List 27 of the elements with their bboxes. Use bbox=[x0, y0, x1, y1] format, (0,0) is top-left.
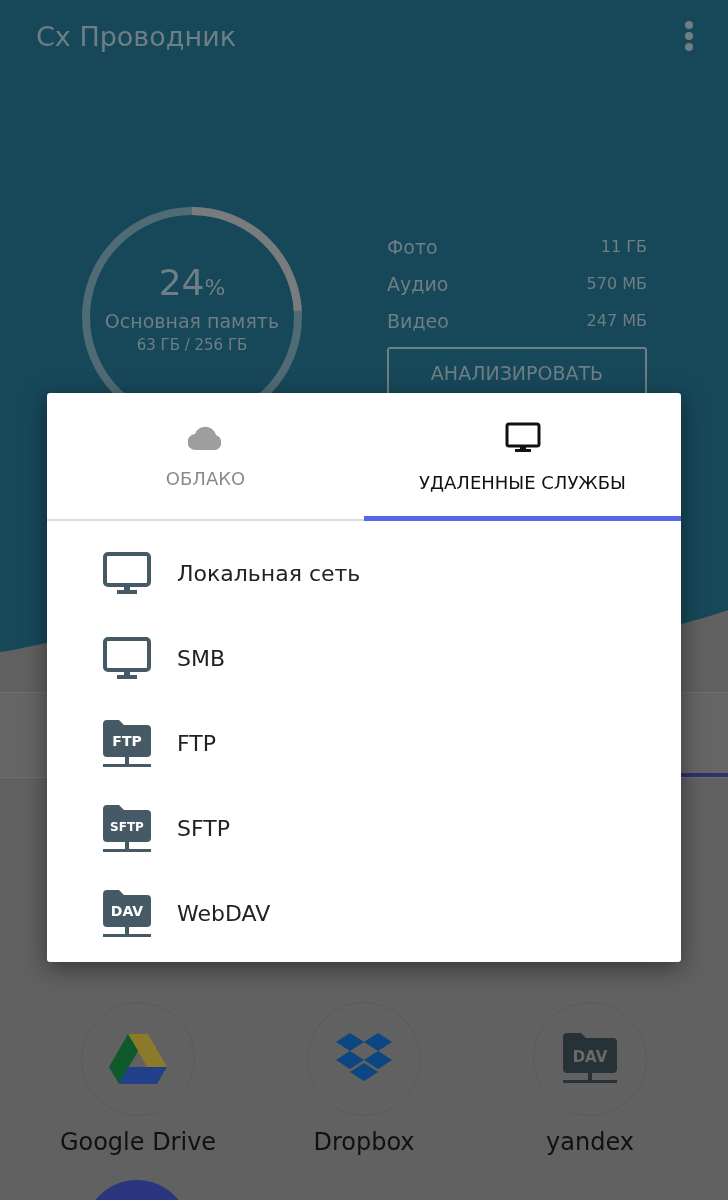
service-item[interactable]: SFTP SFTP bbox=[47, 786, 681, 871]
storage-usage: 63 ГБ / 256 ГБ bbox=[136, 335, 248, 354]
category-name: Фото bbox=[387, 235, 438, 258]
monitor-icon bbox=[103, 551, 151, 596]
category-size: 11 ГБ bbox=[600, 237, 647, 256]
category-size: 570 МБ bbox=[586, 274, 647, 293]
triangle-logo-icon bbox=[109, 1034, 167, 1084]
tab[interactable]: ОБЛАКО bbox=[47, 393, 364, 521]
usage-percent: 24 bbox=[158, 261, 205, 303]
app-label: yandex bbox=[546, 1128, 634, 1156]
cloud-icon bbox=[187, 426, 224, 450]
service-item[interactable]: DAV WebDAV bbox=[47, 871, 681, 956]
app-label: Dropbox bbox=[313, 1128, 415, 1156]
monitor-icon bbox=[504, 422, 541, 454]
app-label: Google Drive bbox=[59, 1128, 217, 1156]
category-size: 247 МБ bbox=[586, 311, 647, 330]
category-name: Видео bbox=[387, 309, 449, 332]
category-name: Аудио bbox=[387, 272, 449, 295]
storage-label: Основная память bbox=[104, 309, 280, 332]
monitor-icon bbox=[103, 636, 151, 681]
service-item[interactable]: Локальная сеть bbox=[47, 531, 681, 616]
more-menu-icon[interactable] bbox=[684, 21, 694, 51]
service-item[interactable]: SMB bbox=[47, 616, 681, 701]
tab[interactable]: УДАЛЕННЫЕ СЛУЖБЫ bbox=[364, 393, 681, 521]
app-title: Сх Проводник bbox=[36, 20, 236, 52]
percent-sign: % bbox=[204, 274, 226, 300]
service-item[interactable]: FTP FTP bbox=[47, 701, 681, 786]
